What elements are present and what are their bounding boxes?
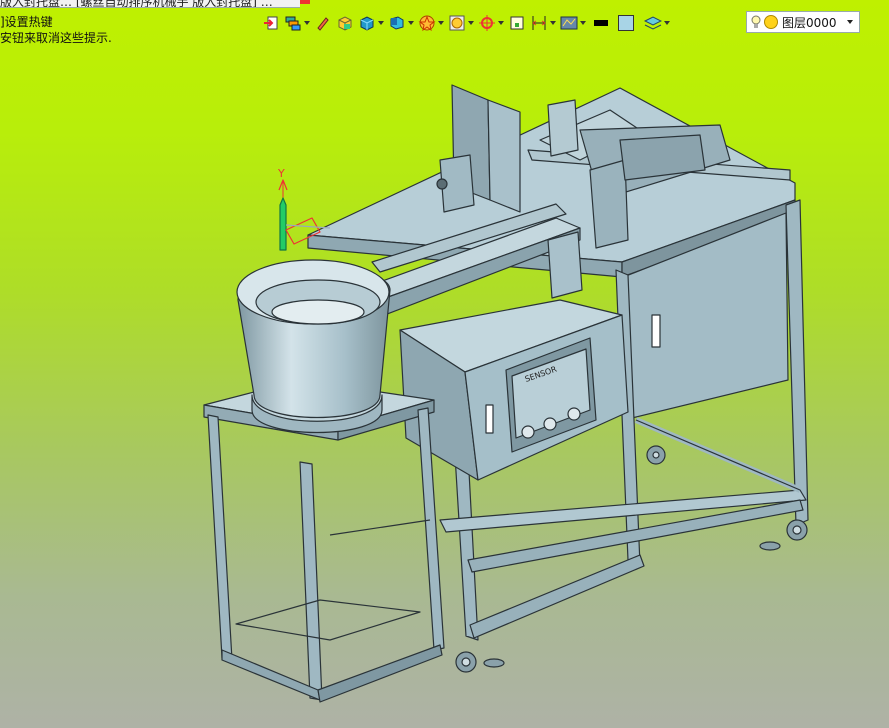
model-canvas[interactable]: SENSOR Y <box>0 0 889 728</box>
graphics-viewport[interactable]: 版入封托盘… [螺丝自动排序机械手 版入封托盘] … ]设置热键 安钮来取消这些… <box>0 0 889 728</box>
control-box: SENSOR <box>399 299 629 481</box>
y-axis-label: Y <box>277 167 285 180</box>
